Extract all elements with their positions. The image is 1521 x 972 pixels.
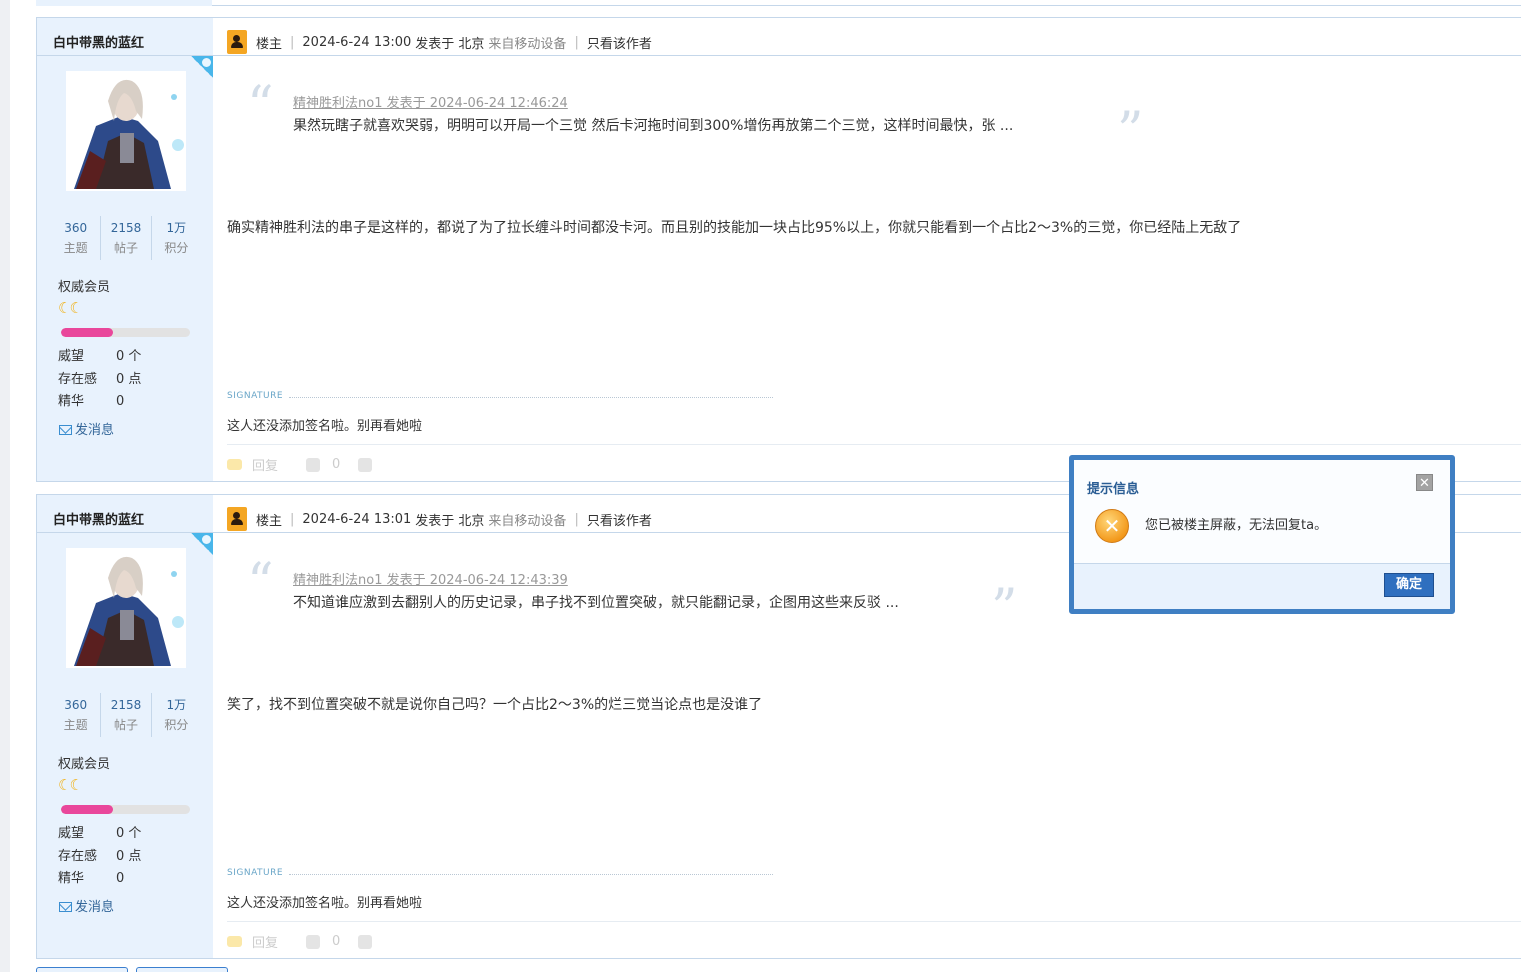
- stat-points[interactable]: 1万 积分: [152, 693, 201, 737]
- author-name[interactable]: 白中带黑的蓝红: [53, 509, 144, 528]
- floor-owner-icon: [227, 30, 247, 54]
- post-actions: 回复 0: [227, 455, 373, 474]
- post-device: 来自移动设备: [488, 36, 567, 52]
- post-location: 发表于 北京: [415, 513, 485, 529]
- info-prestige: 威望 0 个: [58, 349, 142, 364]
- close-icon[interactable]: ✕: [1416, 474, 1433, 491]
- author-name[interactable]: 白中带黑的蓝红: [53, 32, 144, 51]
- author-sidebar: 白中带黑的蓝红 360 主题 2158 帖子 1万 积分 权威会员 ☾☾ 威望 0 个: [37, 18, 213, 481]
- stat-posts[interactable]: 2158 帖子: [101, 216, 152, 260]
- quote-close-icon: ”: [1117, 102, 1144, 162]
- stat-points[interactable]: 1万 积分: [152, 216, 201, 260]
- thumbs-down-icon[interactable]: [358, 457, 373, 472]
- envelope-icon: [59, 425, 72, 435]
- floor-owner-icon: [227, 507, 247, 531]
- ok-button[interactable]: 确定: [1384, 573, 1434, 597]
- floor-label: 楼主: [256, 36, 283, 52]
- thumbs-down-icon[interactable]: [358, 934, 373, 949]
- post-header: 楼主 | 2024-6-24 13:00 发表于 北京 来自移动设备 | 只看该…: [227, 30, 1521, 54]
- level-progress-bar: [61, 805, 190, 814]
- thumbs-up-icon[interactable]: [306, 457, 321, 472]
- reply-button[interactable]: 回复: [252, 455, 278, 474]
- reply-icon[interactable]: [227, 936, 242, 947]
- author-sidebar: 白中带黑的蓝红 360 主题 2158 帖子 1万 积分 权威会员 ☾☾ 威望 0 个: [37, 495, 213, 958]
- post-device: 来自移动设备: [488, 513, 567, 529]
- quote-open-icon: “: [247, 76, 274, 136]
- signature-text: 这人还没添加签名啦。别再看她啦: [227, 896, 423, 911]
- previous-post-edge: [36, 0, 1521, 6]
- page-gutter: [0, 0, 10, 972]
- signature-label: SIGNATURE: [227, 868, 284, 878]
- info-digest: 精华 0: [58, 394, 125, 409]
- like-count: 0: [332, 934, 341, 949]
- online-corner-icon: [191, 56, 213, 78]
- envelope-icon: [59, 902, 72, 912]
- author-stats: 360 主题 2158 帖子 1万 积分: [51, 693, 201, 737]
- post-datetime: 2024-6-24 13:00: [302, 34, 412, 50]
- user-group[interactable]: 权威会员: [58, 276, 110, 295]
- floor-label: 楼主: [256, 513, 283, 529]
- post-location: 发表于 北京: [415, 36, 485, 52]
- only-author-link[interactable]: 只看该作者: [587, 510, 652, 529]
- stat-threads[interactable]: 360 主题: [51, 693, 102, 737]
- info-prestige: 威望 0 个: [58, 826, 142, 841]
- post-body: 笑了，找不到位置突破不就是说你自己吗？一个占比2～3%的烂三觉当论点也是没谁了: [227, 697, 763, 713]
- moon-rank-icon: ☾☾: [58, 299, 83, 317]
- bottom-button-1[interactable]: [36, 967, 128, 972]
- signature-text: 这人还没添加签名啦。别再看她啦: [227, 419, 423, 434]
- quote-close-icon: ”: [991, 579, 1018, 639]
- avatar[interactable]: [66, 71, 186, 191]
- thumbs-up-icon[interactable]: [306, 934, 321, 949]
- dialog-message: 您已被楼主屏蔽，无法回复ta。: [1145, 518, 1328, 533]
- level-progress-bar: [61, 328, 190, 337]
- quote-text: 果然玩瞎子就喜欢哭弱，明明可以开局一个三觉 然后卡河拖时间到300%增伤再放第二…: [293, 118, 1014, 134]
- dialog-title: 提示信息: [1087, 482, 1140, 497]
- post-datetime: 2024-6-24 13:01: [302, 511, 412, 527]
- author-stats: 360 主题 2158 帖子 1万 积分: [51, 216, 201, 260]
- info-digest: 精华 0: [58, 871, 125, 886]
- quote-source-link[interactable]: 精神胜利法no1 发表于 2024-06-24 12:46:24: [293, 92, 568, 111]
- info-presence: 存在感 0 点: [58, 849, 142, 864]
- stat-threads[interactable]: 360 主题: [51, 216, 102, 260]
- level-progress-fill: [61, 805, 113, 814]
- moon-rank-icon: ☾☾: [58, 776, 83, 794]
- user-group[interactable]: 权威会员: [58, 753, 110, 772]
- like-count: 0: [332, 457, 341, 472]
- send-message-link[interactable]: 发消息: [59, 896, 114, 915]
- notice-dialog: 提示信息 ✕ ✕ 您已被楼主屏蔽，无法回复ta。 确定: [1069, 455, 1455, 614]
- reply-button[interactable]: 回复: [252, 932, 278, 951]
- info-presence: 存在感 0 点: [58, 372, 142, 387]
- post-body: 确实精神胜利法的串子是这样的，都说了为了拉长缠斗时间都没卡河。而且别的技能加一块…: [227, 220, 1242, 236]
- send-message-link[interactable]: 发消息: [59, 419, 114, 438]
- quote-source-link[interactable]: 精神胜利法no1 发表于 2024-06-24 12:43:39: [293, 569, 568, 588]
- signature-label: SIGNATURE: [227, 391, 284, 401]
- stat-posts[interactable]: 2158 帖子: [101, 693, 152, 737]
- quote-text: 不知道谁应激到去翻别人的历史记录，串子找不到位置突破，就只能翻记录，企图用这些来…: [293, 595, 899, 611]
- avatar[interactable]: [66, 548, 186, 668]
- post-1: 白中带黑的蓝红 360 主题 2158 帖子 1万 积分 权威会员 ☾☾ 威望 0 个: [36, 17, 1521, 482]
- error-icon: ✕: [1095, 509, 1129, 543]
- post-actions: 回复 0: [227, 932, 373, 951]
- reply-icon[interactable]: [227, 459, 242, 470]
- quote-open-icon: “: [247, 553, 274, 613]
- online-corner-icon: [191, 533, 213, 555]
- bottom-button-2[interactable]: [136, 967, 228, 972]
- only-author-link[interactable]: 只看该作者: [587, 33, 652, 52]
- level-progress-fill: [61, 328, 113, 337]
